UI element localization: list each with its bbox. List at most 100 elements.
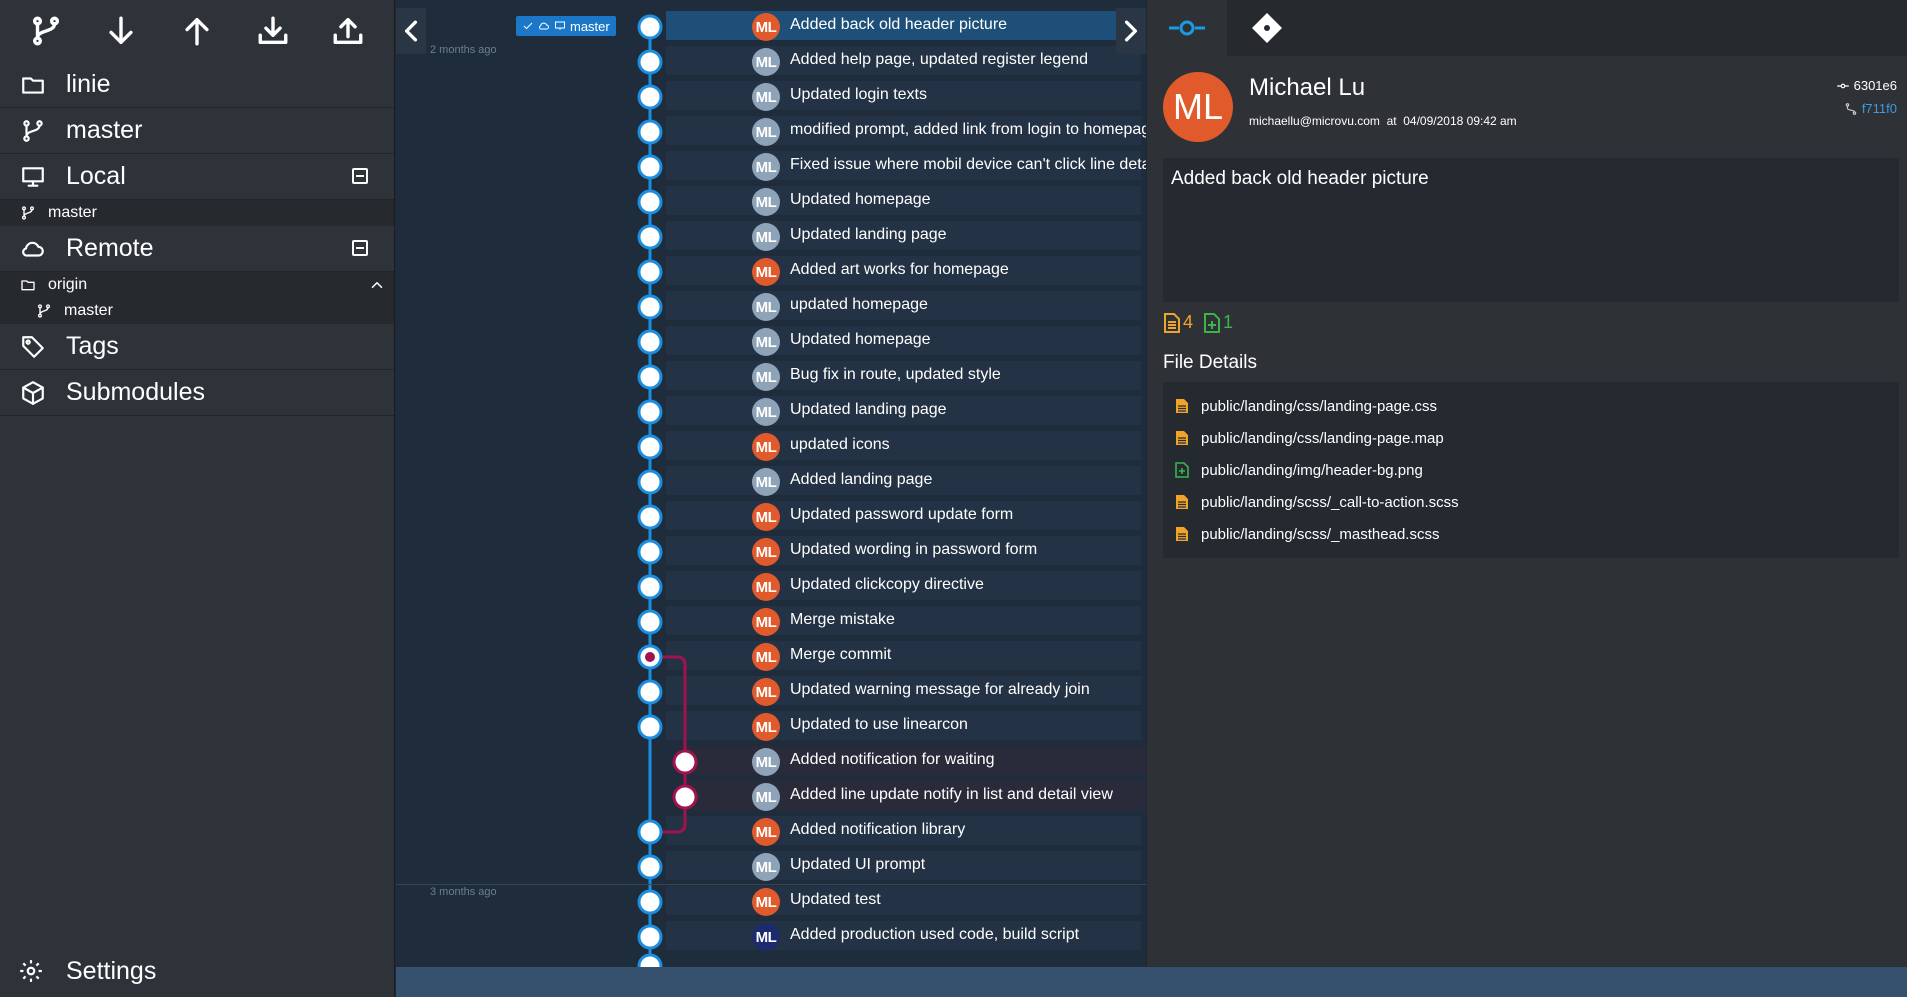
branch-button[interactable] xyxy=(22,7,70,55)
detail-tabs xyxy=(1147,0,1907,56)
collapse-remote-icon[interactable] xyxy=(352,240,368,256)
commit-message-box: Added back old header picture xyxy=(1163,158,1899,302)
file-details-title: File Details xyxy=(1163,352,1257,373)
branch-icon xyxy=(32,16,59,46)
file-item[interactable]: public/landing/scss/_call-to-action.scss xyxy=(1163,486,1899,518)
author-email: michaellu@microvu.com xyxy=(1249,114,1380,128)
collapse-local-icon[interactable] xyxy=(352,168,368,184)
upload-icon xyxy=(333,17,363,45)
remote-label: Remote xyxy=(66,234,154,262)
pull-icon xyxy=(109,16,134,45)
change-stats: 4 1 xyxy=(1163,312,1243,333)
commit-detail-panel: ML Michael Lu michaellu@microvu.com at 0… xyxy=(1147,0,1907,967)
commit-node xyxy=(637,14,663,40)
parent-sha[interactable]: f711f0 xyxy=(1844,101,1897,116)
file-modified-icon xyxy=(1176,495,1188,509)
commit-node xyxy=(637,364,663,390)
file-item[interactable]: public/landing/css/landing-page.map xyxy=(1163,422,1899,454)
chevron-left-icon xyxy=(404,20,418,42)
tags-label: Tags xyxy=(66,332,119,360)
file-item[interactable]: public/landing/css/landing-page.css xyxy=(1163,390,1899,422)
file-path: public/landing/img/header-bg.png xyxy=(1201,461,1423,479)
commit-node xyxy=(637,679,663,705)
submodules-section[interactable]: Submodules xyxy=(0,370,394,416)
file-modified-icon xyxy=(1164,312,1180,333)
push-icon xyxy=(185,17,209,46)
branch-icon xyxy=(22,206,34,220)
commit-node xyxy=(637,189,663,215)
author-avatar: ML xyxy=(1163,72,1233,142)
fetch-button[interactable] xyxy=(249,7,297,55)
remote-origin[interactable]: origin xyxy=(0,272,394,298)
cloud-icon xyxy=(22,241,44,257)
merge-node-dot xyxy=(645,652,655,662)
commit-node xyxy=(637,119,663,145)
tab-commit[interactable] xyxy=(1147,0,1227,56)
commit-node xyxy=(637,469,663,495)
branch-icon xyxy=(23,119,43,142)
commit-node xyxy=(637,399,663,425)
chevron-up-icon[interactable] xyxy=(368,276,386,294)
folder-icon xyxy=(22,76,44,94)
graph-lanes xyxy=(637,14,698,967)
file-item[interactable]: public/landing/img/header-bg.png xyxy=(1163,454,1899,486)
remote-branch-master[interactable]: master xyxy=(0,298,394,324)
settings-label: Settings xyxy=(66,956,157,985)
commit-node xyxy=(637,609,663,635)
local-section-header[interactable]: Local xyxy=(0,154,394,200)
cloud-icon xyxy=(538,22,549,30)
remote-branch-label: master xyxy=(64,302,113,319)
tab-tree[interactable] xyxy=(1227,0,1307,56)
commit-node xyxy=(637,953,663,967)
fetch-icon xyxy=(258,16,288,45)
commit-graph: ML Added back old header picture ML Added h… xyxy=(396,0,1146,967)
file-path: public/landing/css/landing-page.map xyxy=(1201,429,1444,447)
pull-button[interactable] xyxy=(97,7,145,55)
commit-icon xyxy=(1836,83,1849,88)
local-label: Local xyxy=(66,162,126,190)
commit-sha[interactable]: 6301e6 xyxy=(1836,78,1897,93)
branch-ref-badge[interactable]: master xyxy=(516,16,616,36)
time-label: 2 months ago xyxy=(430,44,497,56)
gear-icon xyxy=(20,960,42,982)
author-meta: michaellu@microvu.com at 04/09/2018 09:4… xyxy=(1249,114,1517,128)
file-path: public/landing/css/landing-page.css xyxy=(1201,397,1437,415)
collapse-sidebar-button[interactable] xyxy=(396,8,426,54)
at-label: at xyxy=(1386,114,1397,128)
commit-node xyxy=(637,84,663,110)
branch-icon xyxy=(1845,102,1857,115)
sidebar: linie master Local master Remote origin … xyxy=(0,0,395,997)
commit-node xyxy=(672,784,698,810)
tag-icon xyxy=(22,335,44,358)
settings-button[interactable]: Settings xyxy=(0,945,394,997)
monitor-icon xyxy=(555,21,565,30)
remote-section-header[interactable]: Remote xyxy=(0,226,394,272)
commit-node xyxy=(637,539,663,565)
local-branch-master[interactable]: master xyxy=(0,200,394,226)
tags-section[interactable]: Tags xyxy=(0,324,394,370)
push-button[interactable] xyxy=(173,7,221,55)
current-branch-row[interactable]: master xyxy=(0,108,394,154)
submodules-label: Submodules xyxy=(66,378,205,406)
folder-icon xyxy=(21,280,35,291)
commit-node xyxy=(637,504,663,530)
remote-origin-label: origin xyxy=(48,276,88,293)
toolbar xyxy=(0,0,394,62)
monitor-icon xyxy=(22,166,44,187)
upload-button[interactable] xyxy=(324,7,372,55)
file-path: public/landing/scss/_call-to-action.scss xyxy=(1201,493,1459,511)
commit-node xyxy=(637,329,663,355)
expand-detail-button[interactable] xyxy=(1116,8,1146,54)
commit-node xyxy=(637,714,663,740)
file-item[interactable]: public/landing/scss/_masthead.scss xyxy=(1163,518,1899,550)
file-added-icon xyxy=(1175,462,1189,478)
commit-date: 04/09/2018 09:42 am xyxy=(1403,114,1517,128)
repo-row[interactable]: linie xyxy=(0,62,394,108)
parent-sha-label: f711f0 xyxy=(1861,101,1897,116)
commit-node xyxy=(637,259,663,285)
commit-message: Added back old header picture xyxy=(1171,168,1429,189)
file-modified-icon xyxy=(1176,399,1188,413)
branch-icon xyxy=(38,304,50,318)
check-icon xyxy=(523,22,533,30)
commit-node xyxy=(637,294,663,320)
